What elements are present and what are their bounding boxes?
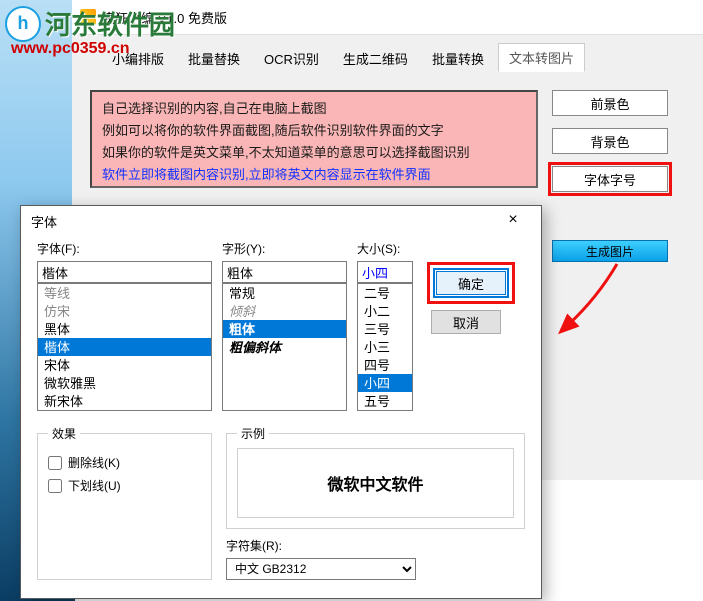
generate-image-button[interactable]: 生成图片 xyxy=(552,240,668,262)
highlight-arrow-icon xyxy=(557,258,627,338)
tab-bar: 小编排版批量替换OCR识别生成二维码批量转换文本转图片 xyxy=(72,35,703,72)
font-style-input[interactable] xyxy=(222,261,347,283)
size-option[interactable]: 四号 xyxy=(358,356,412,374)
font-option[interactable]: 等线 xyxy=(38,284,211,302)
preview-line: 例如可以将你的软件界面截图,随后软件识别软件界面的文字 xyxy=(102,120,526,142)
size-option[interactable]: 二号 xyxy=(358,284,412,302)
ok-button[interactable]: 确定 xyxy=(436,271,506,295)
close-icon[interactable]: × xyxy=(495,209,531,233)
sample-group: 示例 微软中文软件 xyxy=(226,425,525,529)
tab-3[interactable]: 生成二维码 xyxy=(333,45,418,72)
tab-1[interactable]: 批量替换 xyxy=(178,45,250,72)
font-option[interactable]: 仿宋 xyxy=(38,302,211,320)
size-option[interactable]: 三号 xyxy=(358,320,412,338)
size-option[interactable]: 小二 xyxy=(358,302,412,320)
underline-label: 下划线(U) xyxy=(68,477,121,494)
preview-line: 如果你的软件是英文菜单,不太知道菜单的意思可以选择截图识别 xyxy=(102,142,526,164)
app-icon xyxy=(80,9,96,25)
titlebar: 疯狂小编 V1.0 免费版 xyxy=(72,0,703,35)
font-size-button[interactable]: 字体字号 xyxy=(552,166,668,192)
style-option[interactable]: 粗偏斜体 xyxy=(223,338,346,356)
text-preview-box: 自己选择识别的内容,自己在电脑上截图 例如可以将你的软件界面截图,随后软件识别软… xyxy=(90,90,538,188)
size-listbox[interactable]: 二号小二三号小三四号小四五号 xyxy=(357,283,413,411)
font-option[interactable]: 宋体 xyxy=(38,356,211,374)
strikethrough-input[interactable] xyxy=(48,456,62,470)
font-option[interactable]: 楷体 xyxy=(38,338,211,356)
dialog-title: 字体 xyxy=(31,212,57,231)
foreground-color-button[interactable]: 前景色 xyxy=(552,90,668,116)
content-area: 自己选择识别的内容,自己在电脑上截图 例如可以将你的软件界面截图,随后软件识别软… xyxy=(72,72,703,206)
sample-legend: 示例 xyxy=(237,425,269,442)
style-option[interactable]: 常规 xyxy=(223,284,346,302)
font-option[interactable]: 微软雅黑 xyxy=(38,374,211,392)
effects-group: 效果 删除线(K) 下划线(U) xyxy=(37,425,212,580)
style-listbox[interactable]: 常规倾斜粗体粗偏斜体 xyxy=(222,283,347,411)
font-option[interactable]: 黑体 xyxy=(38,320,211,338)
underline-checkbox[interactable]: 下划线(U) xyxy=(48,477,201,494)
font-name-input[interactable] xyxy=(37,261,212,283)
style-option[interactable]: 粗体 xyxy=(223,320,346,338)
strikethrough-label: 删除线(K) xyxy=(68,454,120,471)
font-label: 字体(F): xyxy=(37,240,212,257)
font-listbox[interactable]: 等线仿宋黑体楷体宋体微软雅黑新宋体 xyxy=(37,283,212,411)
underline-input[interactable] xyxy=(48,479,62,493)
size-option[interactable]: 小四 xyxy=(358,374,412,392)
cancel-button[interactable]: 取消 xyxy=(431,310,501,334)
font-dialog: 字体 × 字体(F): 等线仿宋黑体楷体宋体微软雅黑新宋体 字形(Y): 常规倾… xyxy=(20,205,542,599)
dialog-titlebar: 字体 × xyxy=(21,206,541,236)
strikethrough-checkbox[interactable]: 删除线(K) xyxy=(48,454,201,471)
tab-5[interactable]: 文本转图片 xyxy=(498,43,585,72)
preview-line: 自己选择识别的内容,自己在电脑上截图 xyxy=(102,98,526,120)
tab-0[interactable]: 小编排版 xyxy=(102,45,174,72)
preview-line: 软件立即将截图内容识别,立即将英文内容显示在软件界面 xyxy=(102,164,526,186)
size-option[interactable]: 小三 xyxy=(358,338,412,356)
charset-label: 字符集(R): xyxy=(226,537,525,554)
window-title: 疯狂小编 V1.0 免费版 xyxy=(102,8,227,27)
sample-text: 微软中文软件 xyxy=(237,448,514,518)
background-color-button[interactable]: 背景色 xyxy=(552,128,668,154)
charset-select[interactable]: 中文 GB2312 xyxy=(226,558,416,580)
size-label: 大小(S): xyxy=(357,240,413,257)
tab-2[interactable]: OCR识别 xyxy=(254,45,329,72)
tab-4[interactable]: 批量转换 xyxy=(422,45,494,72)
style-label: 字形(Y): xyxy=(222,240,347,257)
style-option[interactable]: 倾斜 xyxy=(223,302,346,320)
side-buttons: 前景色 背景色 字体字号 生成图片 xyxy=(552,90,668,262)
size-option[interactable]: 五号 xyxy=(358,392,412,410)
effects-legend: 效果 xyxy=(48,425,80,442)
font-option[interactable]: 新宋体 xyxy=(38,392,211,410)
font-size-input[interactable] xyxy=(357,261,413,283)
